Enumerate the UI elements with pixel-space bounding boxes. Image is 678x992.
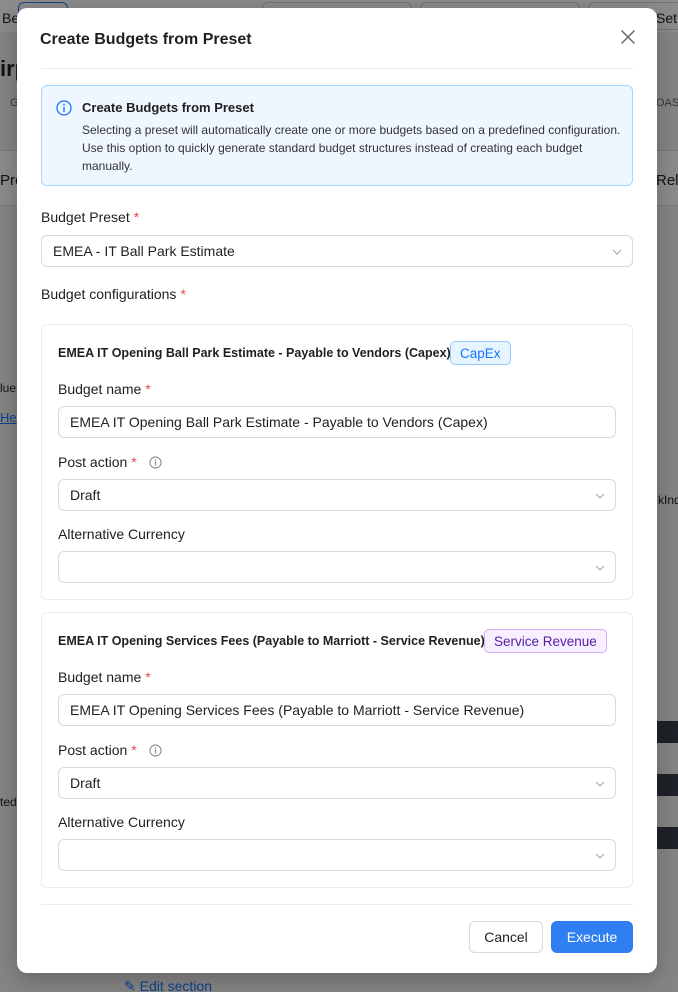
- budget-name-input[interactable]: EMEA IT Opening Services Fees (Payable t…: [58, 694, 616, 726]
- budget-name-label: Budget name *: [58, 669, 151, 685]
- post-action-value: Draft: [70, 487, 101, 503]
- alternative-currency-label: Alternative Currency: [58, 814, 185, 830]
- post-action-label: Post action *: [58, 454, 162, 470]
- chevron-down-icon: [595, 565, 605, 571]
- info-circle-icon: [56, 100, 72, 116]
- info-description: Selecting a preset will automatically cr…: [82, 123, 621, 173]
- alternative-currency-select[interactable]: [58, 551, 616, 583]
- budget-name-label: Budget name *: [58, 381, 151, 397]
- budget-name-value: EMEA IT Opening Ball Park Estimate - Pay…: [70, 414, 488, 430]
- budget-preset-value: EMEA - IT Ball Park Estimate: [53, 243, 235, 259]
- chevron-down-icon: [595, 853, 605, 859]
- budget-type-tag: CapEx: [450, 341, 511, 365]
- budget-config-title: EMEA IT Opening Ball Park Estimate - Pay…: [58, 346, 451, 360]
- required-mark: *: [131, 742, 137, 758]
- cancel-button[interactable]: Cancel: [469, 921, 543, 953]
- post-action-select[interactable]: Draft: [58, 767, 616, 799]
- budget-config-card: EMEA IT Opening Ball Park Estimate - Pay…: [41, 324, 633, 600]
- create-budgets-modal: Create Budgets from Preset Create Budget…: [17, 8, 657, 973]
- execute-button[interactable]: Execute: [551, 921, 633, 953]
- budget-name-value: EMEA IT Opening Services Fees (Payable t…: [70, 702, 525, 718]
- info-title: Create Budgets from Preset: [82, 100, 254, 115]
- header-divider: [41, 68, 633, 69]
- required-mark: *: [180, 286, 186, 302]
- chevron-down-icon: [595, 493, 605, 499]
- alternative-currency-select[interactable]: [58, 839, 616, 871]
- help-circle-icon[interactable]: [149, 744, 162, 757]
- required-mark: *: [131, 454, 137, 470]
- required-mark: *: [145, 381, 151, 397]
- chevron-down-icon: [595, 781, 605, 787]
- footer-divider: [41, 904, 633, 905]
- budget-type-tag: Service Revenue: [484, 629, 607, 653]
- required-mark: *: [145, 669, 151, 685]
- budget-name-input[interactable]: EMEA IT Opening Ball Park Estimate - Pay…: [58, 406, 616, 438]
- close-icon: [621, 30, 635, 44]
- chevron-down-icon: [612, 249, 622, 255]
- post-action-select[interactable]: Draft: [58, 479, 616, 511]
- budget-config-card: EMEA IT Opening Services Fees (Payable t…: [41, 612, 633, 888]
- info-alert: Create Budgets from Preset Selecting a p…: [41, 85, 633, 186]
- budget-config-title: EMEA IT Opening Services Fees (Payable t…: [58, 634, 485, 648]
- budget-preset-select[interactable]: EMEA - IT Ball Park Estimate: [41, 235, 633, 267]
- modal-title: Create Budgets from Preset: [40, 31, 252, 48]
- post-action-value: Draft: [70, 775, 101, 791]
- help-circle-icon[interactable]: [149, 456, 162, 469]
- alternative-currency-label: Alternative Currency: [58, 526, 185, 542]
- post-action-label: Post action *: [58, 742, 162, 758]
- required-mark: *: [133, 209, 140, 225]
- close-button[interactable]: [617, 26, 639, 48]
- budget-configurations-label: Budget configurations *: [41, 286, 186, 302]
- budget-preset-label: Budget Preset *: [41, 209, 140, 225]
